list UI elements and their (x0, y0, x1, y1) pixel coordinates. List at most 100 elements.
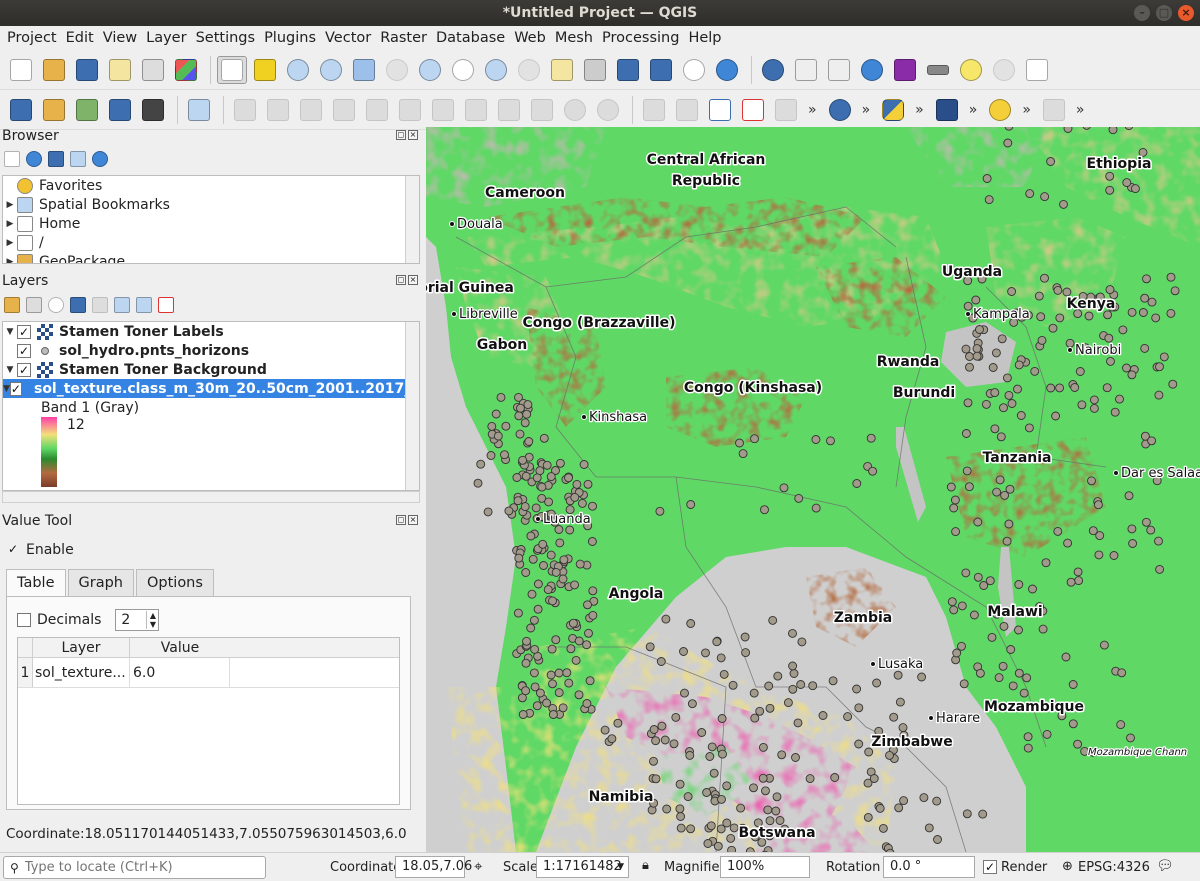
layer-item[interactable]: ▼ ✓ Stamen Toner Labels (3, 322, 419, 341)
layout-manager-button[interactable] (138, 56, 168, 84)
tab-options[interactable]: Options (135, 569, 214, 596)
locator-bar[interactable]: ⚲ (3, 856, 266, 879)
toolbar-overflow-chevron-icon[interactable]: » (1076, 102, 1085, 118)
menu-settings[interactable]: Settings (193, 30, 261, 46)
scale-combobox[interactable]: 1:17161482 ▼ (536, 856, 629, 878)
browser-item[interactable]: ▶ GeoPackage (3, 252, 419, 263)
menu-vector[interactable]: Vector (322, 30, 377, 46)
modify-attributes-button[interactable] (395, 96, 425, 124)
expand-arrow-icon[interactable]: ▶ (3, 200, 17, 210)
gps-button[interactable] (138, 96, 168, 124)
maximize-button[interactable]: □ (1156, 5, 1172, 21)
show-bookmarks-button[interactable] (646, 56, 676, 84)
zoom-to-selection-button[interactable] (382, 56, 412, 84)
zoom-next-button[interactable] (514, 56, 544, 84)
menu-help[interactable]: Help (685, 30, 727, 46)
new-map-view-button[interactable] (547, 56, 577, 84)
save-edits-button[interactable] (296, 96, 326, 124)
add-feature-button[interactable] (329, 96, 359, 124)
layer-visibility-checkbox[interactable]: ✓ (17, 324, 31, 339)
map-svg[interactable]: Central African Republic Cameroon Ethiopia o… (426, 127, 1200, 852)
layers-horizontal-scrollbar[interactable] (2, 491, 420, 503)
messages-icon[interactable]: 💬︎ (1156, 858, 1174, 874)
temporal-controller-button[interactable] (679, 56, 709, 84)
delete-selected-button[interactable] (428, 96, 458, 124)
decimals-spinbox[interactable]: 2 ▲ ▼ (115, 609, 160, 631)
layer-item[interactable]: ▼ ✓ sol_texture.class_m_30m_20..50cm_2001.… (3, 379, 419, 398)
tab-graph[interactable]: Graph (67, 569, 134, 596)
browser-item[interactable]: Favorites (3, 176, 419, 195)
refresh-button[interactable] (712, 56, 742, 84)
layer-styling-icon[interactable] (4, 297, 20, 313)
enable-checkbox[interactable]: ✓ (6, 543, 20, 557)
render-checkbox[interactable]: ✓ (983, 860, 997, 874)
locate-button[interactable] (989, 56, 1019, 84)
toolbar-overflow-chevron-icon[interactable]: » (1022, 102, 1031, 118)
decimals-checkbox[interactable] (17, 613, 31, 627)
label-rotate-button[interactable] (771, 96, 801, 124)
zoom-out-button[interactable] (316, 56, 346, 84)
browser-item[interactable]: ▶ Spatial Bookmarks (3, 195, 419, 214)
magnifier-spinbox[interactable]: 100% (720, 856, 810, 878)
crs-label[interactable]: EPSG:4326 (1078, 860, 1150, 875)
filter-expression-icon[interactable] (92, 297, 108, 313)
help-button[interactable] (932, 96, 962, 124)
virtual-layer-button[interactable] (184, 96, 214, 124)
menu-web[interactable]: Web (511, 30, 552, 46)
toggle-editing-button[interactable] (263, 96, 293, 124)
python-console-button[interactable] (878, 96, 908, 124)
add-geopackage-button[interactable] (39, 96, 69, 124)
browser-item[interactable]: ▶ / (3, 233, 419, 252)
table-row[interactable]: 1 sol_texture... 6.0 (18, 658, 399, 688)
new-print-layout-button[interactable] (105, 56, 135, 84)
coordinate-field[interactable]: 18.05,7.06 (395, 856, 472, 878)
coordinate-toggle-icon[interactable]: ⌖ (474, 857, 482, 875)
copy-features-button[interactable] (494, 96, 524, 124)
menu-view[interactable]: View (100, 30, 143, 46)
new-vector-layer-button[interactable] (72, 96, 102, 124)
select-features-button[interactable] (1039, 96, 1069, 124)
paste-features-button[interactable] (527, 96, 557, 124)
info-icon[interactable] (92, 151, 108, 167)
menu-layer[interactable]: Layer (143, 30, 192, 46)
cut-features-button[interactable] (461, 96, 491, 124)
save-project-button[interactable] (72, 56, 102, 84)
add-group-icon[interactable] (26, 297, 42, 313)
zoom-full-button[interactable] (349, 56, 379, 84)
add-selected-layers-icon[interactable] (4, 151, 20, 167)
spin-arrows-icon[interactable]: ▲ ▼ (146, 611, 158, 629)
collapse-arrow-icon[interactable]: ▼ (3, 327, 17, 337)
layer-visibility-checkbox[interactable]: ✓ (9, 381, 22, 396)
zoom-last-button[interactable] (481, 56, 511, 84)
expand-arrow-icon[interactable]: ▶ (3, 219, 17, 229)
column-header-value[interactable]: Value (130, 638, 230, 657)
menu-mesh[interactable]: Mesh (552, 30, 599, 46)
zoom-to-layer-button[interactable] (415, 56, 445, 84)
menu-edit[interactable]: Edit (63, 30, 100, 46)
digitize-button[interactable] (105, 96, 135, 124)
label-pin-button[interactable] (672, 96, 702, 124)
collapse-arrow-icon[interactable]: ▼ (3, 365, 17, 375)
map-tips-button[interactable] (956, 56, 986, 84)
float-panel-icon[interactable]: ◻ (396, 515, 406, 525)
toolbar-overflow-chevron-icon[interactable]: » (915, 102, 924, 118)
float-panel-icon[interactable]: ◻ (396, 275, 406, 285)
lock-scale-icon[interactable]: 🔒︎ (642, 858, 649, 873)
close-panel-icon[interactable]: × (408, 515, 418, 525)
text-annotation-button[interactable] (1022, 56, 1052, 84)
toolbar-overflow-chevron-icon[interactable]: » (862, 102, 871, 118)
layer-item[interactable]: ▼ ✓ Stamen Toner Background (3, 360, 419, 379)
close-button[interactable]: × (1178, 5, 1194, 21)
minimize-button[interactable]: – (1134, 5, 1150, 21)
label-tool-button[interactable] (639, 96, 669, 124)
field-calculator-button[interactable] (824, 56, 854, 84)
browser-scrollbar[interactable] (405, 176, 419, 263)
menu-project[interactable]: Project (4, 30, 63, 46)
menu-database[interactable]: Database (433, 30, 511, 46)
toolbar-overflow-chevron-icon[interactable]: » (969, 102, 978, 118)
style-manager-button[interactable] (171, 56, 201, 84)
browser-item[interactable]: ▶ Home (3, 214, 419, 233)
crs-globe-icon[interactable]: ⊕ (1062, 859, 1073, 874)
zoom-in-button[interactable] (283, 56, 313, 84)
current-edits-button[interactable] (230, 96, 260, 124)
